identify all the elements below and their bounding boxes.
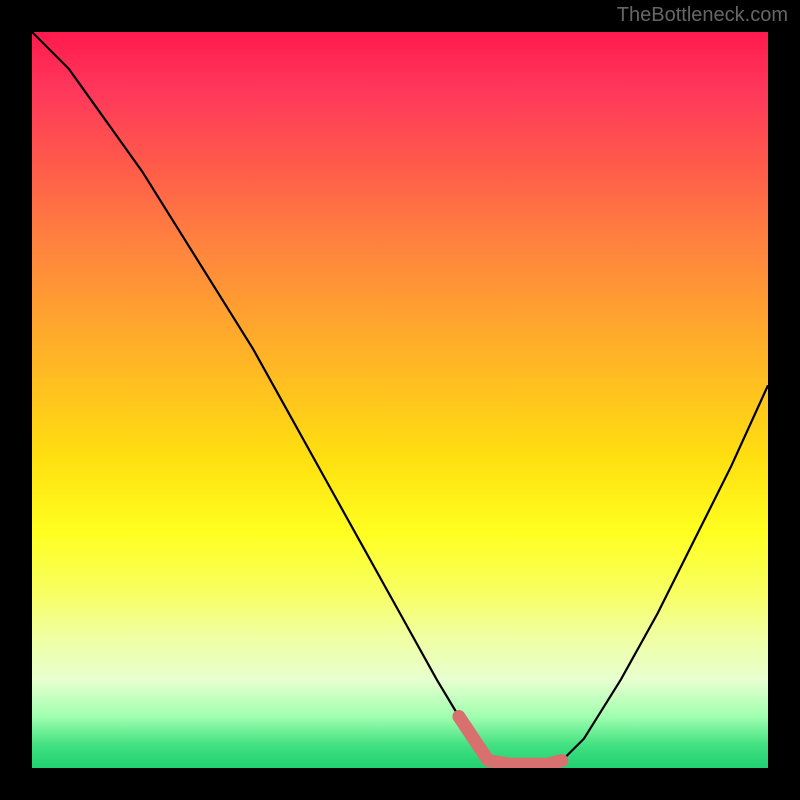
chart-svg xyxy=(32,32,768,768)
watermark-text: TheBottleneck.com xyxy=(617,4,788,27)
chart-plot-area xyxy=(32,32,768,768)
flat-region-highlight xyxy=(459,717,562,765)
bottleneck-curve-path xyxy=(32,32,768,768)
